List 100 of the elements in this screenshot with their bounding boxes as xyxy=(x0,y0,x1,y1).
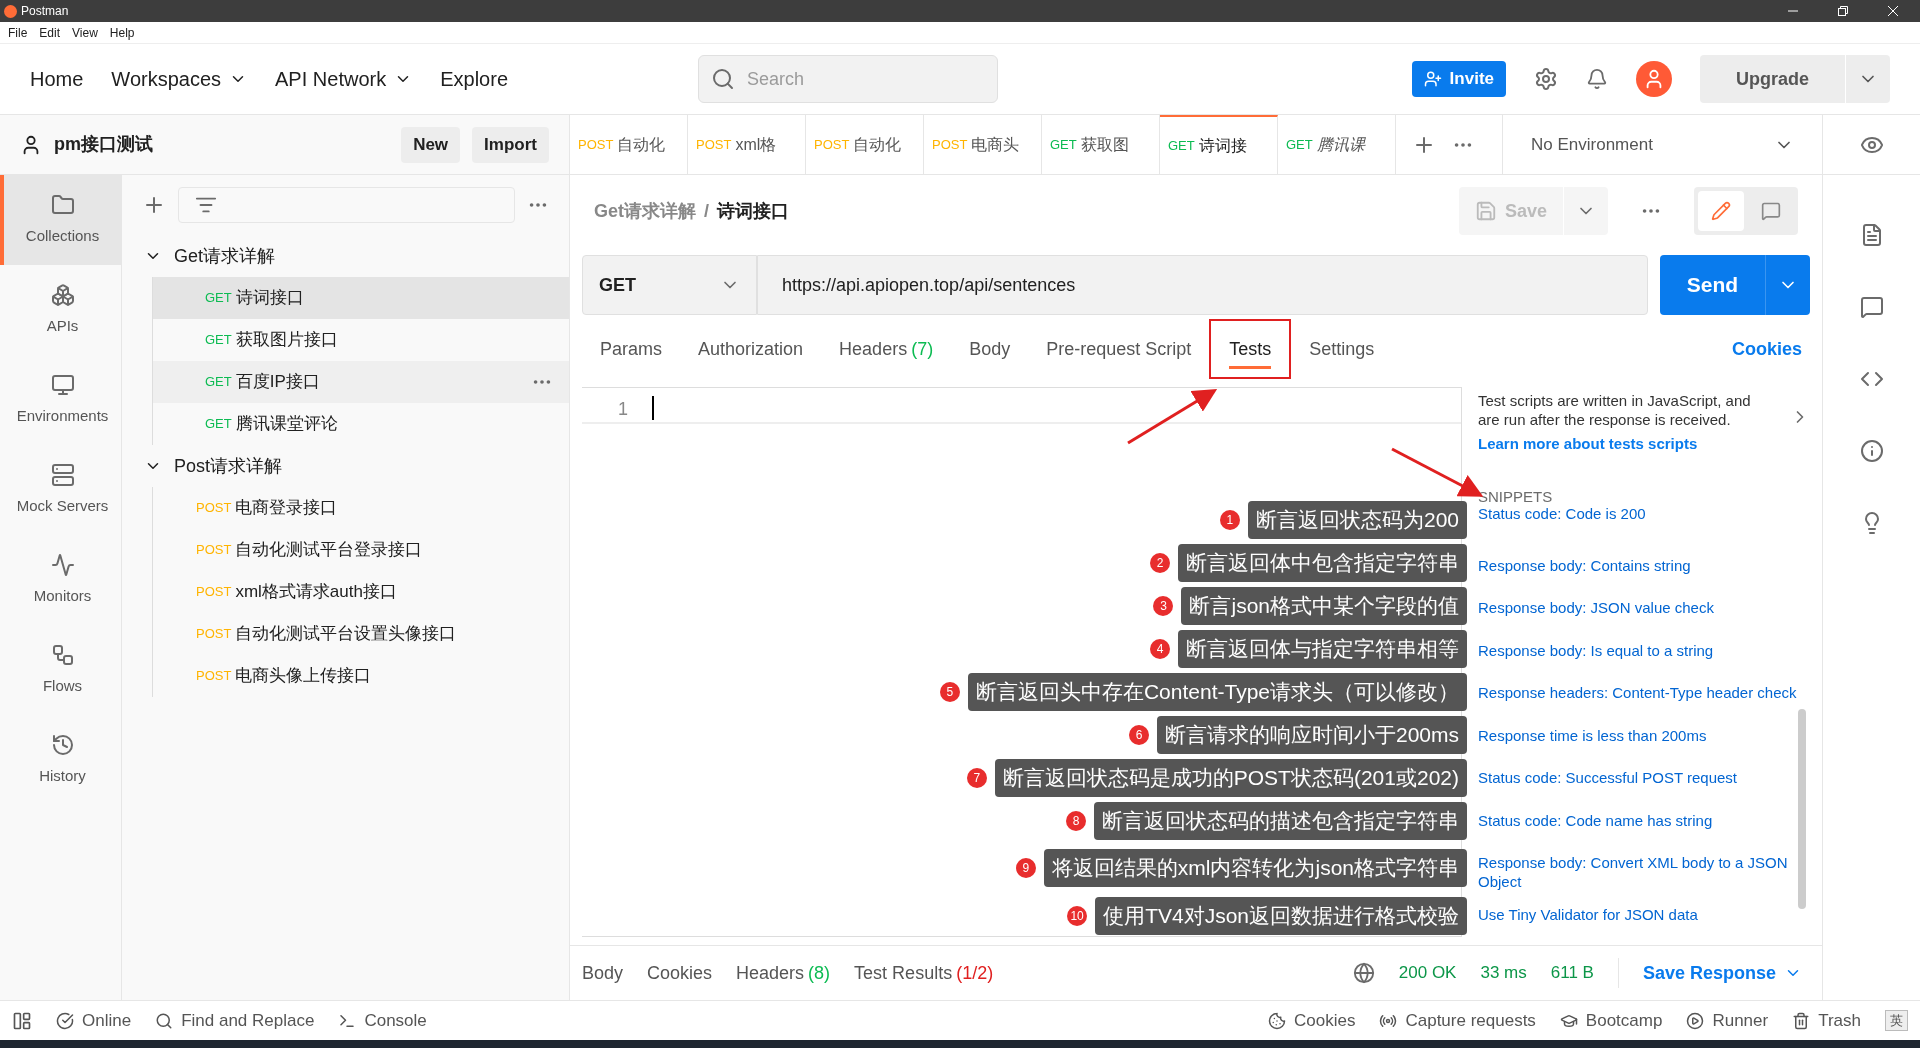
request-tab[interactable]: GET 腾讯课 xyxy=(1278,115,1396,174)
response-tab[interactable]: Test Results (1/2) xyxy=(854,959,994,987)
cookie-icon xyxy=(1268,1011,1287,1030)
snippet-link[interactable]: Response headers: Content-Type header check xyxy=(1478,683,1797,703)
snippet-link[interactable]: Response body: Convert XML body to a JSON Object xyxy=(1478,853,1810,892)
method-select[interactable]: GET xyxy=(582,255,757,315)
menu-item[interactable]: Edit xyxy=(39,23,61,42)
request-tab[interactable]: POST 电商头 xyxy=(924,115,1042,174)
request-section-tab[interactable]: Headers (7) xyxy=(821,319,952,379)
request-section-tab[interactable]: Pre-request Script xyxy=(1028,319,1210,379)
menu-item[interactable]: Help xyxy=(109,23,135,42)
workspace-button[interactable]: New xyxy=(401,126,461,163)
sidebar-item[interactable]: Environments xyxy=(0,355,121,445)
avatar-icon[interactable] xyxy=(1636,61,1672,97)
status-bar-item[interactable]: Online xyxy=(56,1007,132,1034)
ime-indicator[interactable]: 英 xyxy=(1885,1009,1908,1032)
request-item[interactable]: GET 百度IP接口 xyxy=(153,361,569,403)
info-icon[interactable] xyxy=(1859,439,1884,463)
save-icon xyxy=(1474,200,1497,222)
trash-icon xyxy=(1792,1011,1811,1030)
invite-button[interactable]: Invite xyxy=(1411,61,1506,97)
number-marker: 9 xyxy=(1015,858,1036,878)
bell-icon[interactable] xyxy=(1586,68,1608,90)
status-bar-item[interactable]: Capture requests xyxy=(1379,1007,1536,1034)
snippet-link[interactable]: Status code: Code is 200 xyxy=(1478,503,1646,523)
close-icon[interactable] xyxy=(1888,6,1898,16)
cookies-link[interactable]: Cookies xyxy=(1731,335,1810,363)
learn-more-link[interactable]: Learn more about tests scripts xyxy=(1478,433,1774,456)
upgrade-button[interactable]: Upgrade xyxy=(1700,55,1890,103)
sidebar-item[interactable]: Flows xyxy=(0,625,121,715)
play-icon xyxy=(1686,1011,1705,1030)
url-field[interactable]: https://api.apiopen.top/api/sentences xyxy=(757,255,1648,315)
callout-label: 断言返回状态码是成功的POST状态码(201或202) xyxy=(994,758,1467,797)
menu-item[interactable]: File xyxy=(8,23,28,42)
callout-label: 断言返回状态码的描述包含指定字符串 xyxy=(1094,801,1467,840)
request-tab[interactable]: POST 自动化 xyxy=(570,115,688,174)
nav-link[interactable]: Workspaces xyxy=(111,64,248,94)
restore-icon[interactable] xyxy=(1838,6,1848,16)
request-section-tab[interactable]: Body xyxy=(951,319,1029,379)
edit-view-toggle[interactable] xyxy=(1698,191,1744,231)
folder-row[interactable]: Get请求详解 xyxy=(122,235,569,277)
request-item[interactable]: GET 腾讯课堂评论 xyxy=(153,403,569,445)
request-section-tab[interactable]: Settings xyxy=(1291,319,1393,379)
request-item[interactable]: GET 诗词接口 xyxy=(153,277,569,319)
snippet-link[interactable]: Response body: Contains string xyxy=(1478,555,1691,575)
environment-select[interactable]: No Environment xyxy=(1502,115,1822,174)
sidebar-item[interactable]: Monitors xyxy=(0,535,121,625)
nav-link[interactable]: API Network xyxy=(275,64,413,94)
status-bar-item[interactable]: Bootcamp xyxy=(1559,1007,1663,1034)
status-bar-item[interactable]: Trash xyxy=(1792,1007,1861,1034)
request-item[interactable]: POST 电商登录接口 xyxy=(153,487,569,529)
status-bar-item[interactable]: Cookies xyxy=(1268,1007,1356,1034)
sidebar-item[interactable]: History xyxy=(0,715,121,805)
request-item[interactable]: POST 自动化测试平台设置头像接口 xyxy=(153,613,569,655)
request-section-tab[interactable]: Authorization xyxy=(680,319,822,379)
request-section-tab[interactable]: Tests xyxy=(1209,319,1292,379)
user-plus-icon xyxy=(1423,70,1442,88)
menu-item[interactable]: View xyxy=(72,23,98,42)
globe-icon[interactable] xyxy=(1352,962,1375,984)
sidebar-item[interactable]: Mock Servers xyxy=(0,445,121,535)
snippet-link[interactable]: Response body: Is equal to a string xyxy=(1478,640,1714,660)
callout-label: 断言返回头中存在Content-Type请求头（可以修改） xyxy=(967,672,1467,711)
request-tab[interactable]: POST 自动化 xyxy=(806,115,924,174)
status-bar-item[interactable]: Find and Replace xyxy=(155,1007,315,1034)
snippet-link[interactable]: Status code: Successful POST request xyxy=(1478,768,1738,788)
response-tab[interactable]: Headers (8) xyxy=(736,959,831,987)
text-cursor xyxy=(652,396,654,420)
breadcrumb-parent[interactable]: Get请求详解 xyxy=(594,197,696,225)
history-icon xyxy=(50,732,75,757)
snippet-link[interactable]: Status code: Code name has string xyxy=(1478,810,1713,830)
snippet-link[interactable]: Response time is less than 200ms xyxy=(1478,725,1707,745)
sidebar-item[interactable]: APIs xyxy=(0,265,121,355)
folder-icon xyxy=(50,192,75,217)
settings-icon[interactable] xyxy=(1534,67,1558,91)
sidebar-toggle-icon[interactable] xyxy=(12,1010,32,1031)
workspace-button[interactable]: Import xyxy=(472,126,549,163)
request-item[interactable]: POST 自动化测试平台登录接口 xyxy=(153,529,569,571)
request-section-tab[interactable]: Params xyxy=(582,319,680,379)
comment-icon[interactable] xyxy=(1859,295,1884,319)
check-circle-icon xyxy=(56,1011,74,1030)
callout-label: 将返回结果的xml内容转化为json格式字符串 xyxy=(1043,849,1467,887)
server-icon xyxy=(50,462,75,487)
sidebar-item[interactable]: Collections xyxy=(0,175,121,265)
request-item[interactable]: GET 获取图片接口 xyxy=(153,319,569,361)
status-bar-item[interactable]: Console xyxy=(338,1007,427,1034)
request-item[interactable]: POST 电商头像上传接口 xyxy=(153,655,569,697)
request-tab[interactable]: GET 诗词接 xyxy=(1160,115,1278,174)
request-item[interactable]: POST xml格式请求auth接口 xyxy=(153,571,569,613)
response-tab[interactable]: Cookies xyxy=(647,959,713,987)
snippet-link[interactable]: Response body: JSON value check xyxy=(1478,598,1714,618)
request-tab[interactable]: POST xml格 xyxy=(688,115,806,174)
snippet-link[interactable]: Use Tiny Validator for JSON data xyxy=(1478,904,1698,924)
save-response-button[interactable]: Save Response xyxy=(1642,959,1810,987)
status-bar-item[interactable]: Runner xyxy=(1686,1007,1769,1034)
send-button[interactable]: Send xyxy=(1660,255,1810,315)
response-tab[interactable]: Body xyxy=(582,959,624,987)
nav-link[interactable]: Explore xyxy=(440,64,508,94)
folder-row[interactable]: Post请求详解 xyxy=(122,445,569,487)
nav-link[interactable]: Home xyxy=(30,64,84,94)
filter-field[interactable] xyxy=(178,187,515,223)
